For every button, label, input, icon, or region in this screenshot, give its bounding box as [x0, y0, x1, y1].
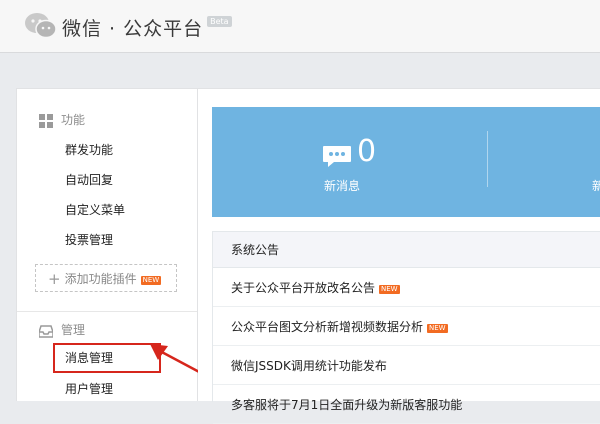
add-plugin-label: 添加功能插件	[64, 272, 137, 286]
section-manage-label: 管理	[61, 323, 86, 337]
second-stat-label[interactable]: 新	[592, 177, 600, 194]
notice-item-text: 关于公众平台开放改名公告	[231, 281, 376, 295]
stats-divider	[487, 131, 488, 187]
annotation-highlight-box	[53, 343, 161, 373]
platform-title-text: 微信 · 公众平台	[62, 18, 204, 40]
main-content: 0 新消息 新 系统公告 关于公众平台开放改名公告 NEW 公众平台图文分析新增视…	[198, 88, 600, 424]
plus-icon: +	[48, 270, 61, 288]
new-messages-count: 0	[357, 134, 377, 169]
notice-item-text: 微信JSSDK调用统计功能发布	[231, 359, 387, 373]
section-manage-header: 管理	[39, 321, 85, 339]
sidebar-item-auto-reply[interactable]: 自动回复	[65, 170, 113, 190]
notice-item[interactable]: 微信JSSDK调用统计功能发布	[213, 347, 600, 385]
top-header: 微信 · 公众平台 Beta	[0, 0, 600, 53]
grid-icon	[39, 113, 53, 128]
beta-badge: Beta	[207, 16, 232, 27]
platform-title[interactable]: 微信 · 公众平台 Beta	[62, 14, 232, 41]
section-function-label: 功能	[61, 113, 86, 127]
notice-item-text: 多客服将于7月1日全面升级为新版客服功能	[231, 398, 463, 412]
message-bubble-icon	[323, 146, 351, 167]
sidebar-divider	[17, 311, 197, 312]
system-notice-panel: 系统公告 关于公众平台开放改名公告 NEW 公众平台图文分析新增视频数据分析 NEW…	[212, 231, 600, 424]
wechat-logo-icon[interactable]	[24, 12, 58, 40]
inbox-icon	[39, 324, 53, 338]
notice-item[interactable]: 公众平台图文分析新增视频数据分析 NEW	[213, 308, 600, 346]
sidebar-item-mass-send[interactable]: 群发功能	[65, 140, 113, 160]
new-badge: NEW	[427, 324, 448, 333]
new-messages-stat[interactable]: 0 新消息	[212, 107, 487, 217]
new-badge: NEW	[379, 285, 400, 294]
notice-item[interactable]: 关于公众平台开放改名公告 NEW	[213, 269, 600, 307]
new-messages-label: 新消息	[324, 179, 361, 193]
stats-panel: 0 新消息 新	[212, 107, 600, 217]
notice-item-text: 公众平台图文分析新增视频数据分析	[231, 320, 424, 334]
sidebar-item-vote-manage[interactable]: 投票管理	[65, 230, 113, 250]
notice-item[interactable]: 多客服将于7月1日全面升级为新版客服功能	[213, 386, 600, 424]
notice-title: 系统公告	[213, 232, 600, 268]
new-badge: NEW	[140, 276, 162, 285]
sidebar-item-user-manage[interactable]: 用户管理	[65, 379, 113, 399]
sidebar-item-custom-menu[interactable]: 自定义菜单	[65, 200, 125, 220]
section-function-header: 功能	[39, 111, 85, 129]
add-plugin-button[interactable]: + 添加功能插件 NEW	[35, 264, 177, 292]
